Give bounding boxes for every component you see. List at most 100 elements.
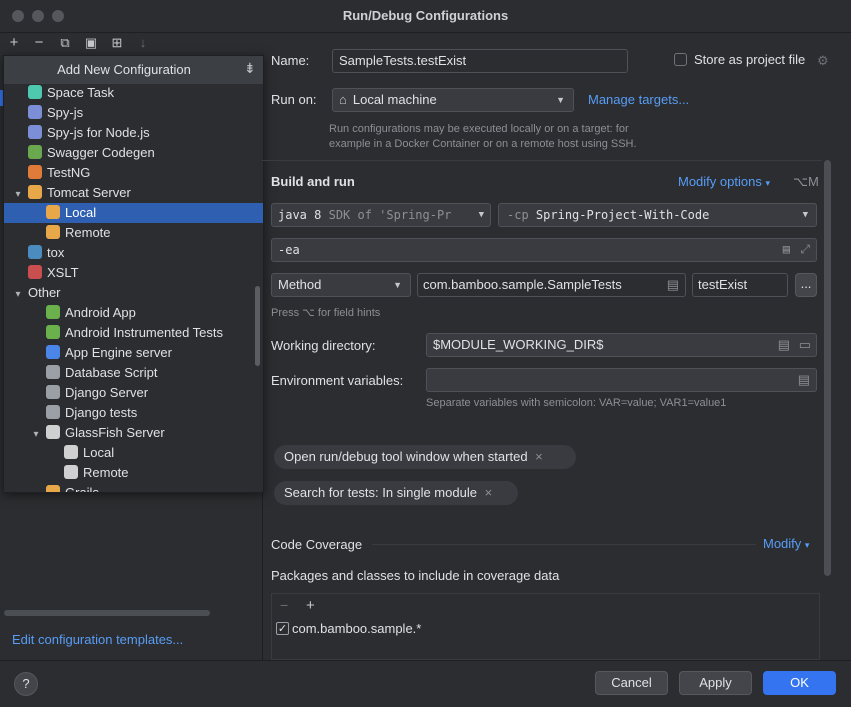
add-icon[interactable]: + [5, 34, 23, 52]
configuration-type-item[interactable]: XSLT [4, 263, 263, 283]
option-tag-tool-window[interactable]: Open run/debug tool window when started … [274, 445, 576, 469]
configuration-type-item[interactable]: Grails [4, 483, 263, 493]
python-icon [28, 245, 42, 259]
configuration-type-item[interactable]: Swagger Codegen [4, 143, 263, 163]
section-divider [262, 160, 822, 161]
coverage-modify-link[interactable]: Modify ▾ [763, 536, 809, 551]
run-on-value: Local machine [352, 92, 437, 107]
classpath-combo[interactable]: -cp Spring-Project-With-Code ▼ [498, 203, 817, 227]
document-icon[interactable]: ▤ [783, 242, 790, 256]
gear-icon[interactable]: ⚙ [817, 53, 829, 69]
apply-button[interactable]: Apply [679, 671, 752, 695]
glassfish-icon [46, 425, 60, 439]
coverage-list: − + ✓ com.bamboo.sample.* [271, 593, 820, 660]
configuration-type-item[interactable]: Spy-js for Node.js [4, 123, 263, 143]
vm-options-value: -ea [278, 243, 300, 257]
store-project-checkbox[interactable] [674, 53, 687, 66]
modify-options-link[interactable]: Modify options ▾ [678, 174, 770, 189]
name-field[interactable]: SampleTests.testExist [332, 49, 628, 73]
browse-method-button[interactable]: ... [795, 273, 817, 297]
popup-scrollbar[interactable] [255, 286, 260, 366]
cancel-button[interactable]: Cancel [595, 671, 668, 695]
test-kind-combo[interactable]: Method ▼ [271, 273, 411, 297]
environment-variables-field[interactable]: ▤ [426, 368, 817, 392]
chevron-down-icon: ▼ [802, 210, 808, 220]
jdk-prefix: java 8 [278, 208, 322, 222]
configuration-type-item[interactable]: Remote [4, 463, 263, 483]
chevron-down-icon[interactable]: ▾ [12, 185, 24, 205]
configuration-type-item[interactable]: Local [4, 443, 263, 463]
form-scrollbar[interactable] [824, 160, 831, 576]
modify-shortcut: ⌥M [793, 174, 819, 189]
run-on-combo[interactable]: ⌂ Local machine ▼ [332, 88, 574, 112]
configuration-type-item[interactable]: TestNG [4, 163, 263, 183]
title-bar: Run/Debug Configurations [0, 0, 851, 33]
remove-icon[interactable]: − [30, 34, 48, 52]
configuration-type-label: Django Server [65, 385, 149, 400]
vm-options-field[interactable]: -ea ▤ ⤢ [271, 238, 817, 262]
environment-variables-label: Environment variables: [271, 373, 404, 388]
configuration-type-label: Local [65, 205, 97, 220]
jdk-combo[interactable]: java 8 SDK of 'Spring-Pr ▼ [271, 203, 491, 227]
chevron-down-icon[interactable]: ▾ [12, 285, 24, 305]
configuration-type-item[interactable]: Android Instrumented Tests [4, 323, 263, 343]
coverage-item-checkbox[interactable]: ✓ [276, 622, 289, 635]
configuration-type-label: Local [83, 445, 115, 460]
cp-value: Spring-Project-With-Code [535, 208, 710, 222]
configuration-type-item[interactable]: Space Task [4, 83, 263, 103]
document-icon[interactable]: ▤ [667, 277, 679, 293]
sort-icon[interactable]: ↓ [134, 34, 152, 52]
option-tag-search-tests[interactable]: Search for tests: In single module × [274, 481, 518, 505]
ok-button[interactable]: OK [763, 671, 836, 695]
help-button[interactable]: ? [14, 672, 38, 696]
folder-icon[interactable]: ▭ [799, 337, 811, 353]
jdk-value: SDK of 'Spring-Pr [328, 208, 452, 222]
configuration-type-item[interactable]: ▾ Other [4, 283, 263, 303]
document-icon[interactable]: ▤ [778, 337, 790, 353]
copy-icon[interactable]: ⧉ [56, 34, 74, 52]
save-icon[interactable]: ▣ [82, 34, 100, 52]
document-icon[interactable]: ▤ [798, 372, 810, 388]
configuration-type-item[interactable]: Database Script [4, 363, 263, 383]
django-icon [46, 405, 60, 419]
method-field[interactable]: testExist [692, 273, 788, 297]
expand-icon[interactable]: ⤢ [800, 242, 810, 257]
chevron-down-icon: ▾ [804, 540, 810, 550]
configurations-toolbar: + − ⧉ ▣ ⊞ ↓ [0, 32, 262, 54]
configuration-type-label: tox [47, 245, 65, 260]
code-coverage-title: Code Coverage [271, 537, 363, 552]
configuration-type-label: Grails [65, 485, 99, 493]
tomcat-icon [46, 205, 60, 219]
configuration-type-item[interactable]: Local [4, 203, 263, 223]
configuration-type-item[interactable]: Django tests [4, 403, 263, 423]
manage-targets-link[interactable]: Manage targets... [588, 92, 689, 107]
database-icon [46, 365, 60, 379]
configuration-type-item[interactable]: tox [4, 243, 263, 263]
add-icon[interactable]: + [306, 597, 315, 614]
configuration-type-item[interactable]: App Engine server [4, 343, 263, 363]
configuration-type-label: Database Script [65, 365, 158, 380]
new-folder-icon[interactable]: ⊞ [108, 34, 126, 52]
configuration-type-item[interactable]: Spy-js [4, 103, 263, 123]
run-on-label: Run on: [271, 92, 317, 107]
configuration-type-list: Space Task Spy-js Spy-js for Node.js Swagge… [4, 83, 263, 493]
coverage-modify-label: Modify [763, 536, 802, 551]
chevron-down-icon[interactable]: ▾ [30, 425, 42, 445]
working-directory-field[interactable]: $MODULE_WORKING_DIR$ ▤ ▭ [426, 333, 817, 357]
close-icon[interactable]: × [535, 449, 543, 464]
configuration-type-item[interactable]: ▾ GlassFish Server [4, 423, 263, 443]
remove-icon[interactable]: − [280, 597, 288, 613]
class-field[interactable]: com.bamboo.sample.SampleTests ▤ [417, 273, 686, 297]
configuration-type-item[interactable]: ▾ Tomcat Server [4, 183, 263, 203]
configuration-type-item[interactable]: Remote [4, 223, 263, 243]
close-icon[interactable]: × [485, 485, 493, 500]
edit-templates-link[interactable]: Edit configuration templates... [12, 632, 183, 647]
configuration-type-label: Space Task [47, 85, 114, 100]
glassfish-icon [64, 465, 78, 479]
configuration-type-item[interactable]: Android App [4, 303, 263, 323]
configuration-type-label: TestNG [47, 165, 91, 180]
collapse-icon[interactable]: ⇟ [244, 60, 256, 77]
configuration-type-item[interactable]: Django Server [4, 383, 263, 403]
horizontal-scrollbar[interactable] [4, 610, 210, 616]
appengine-icon [46, 345, 60, 359]
